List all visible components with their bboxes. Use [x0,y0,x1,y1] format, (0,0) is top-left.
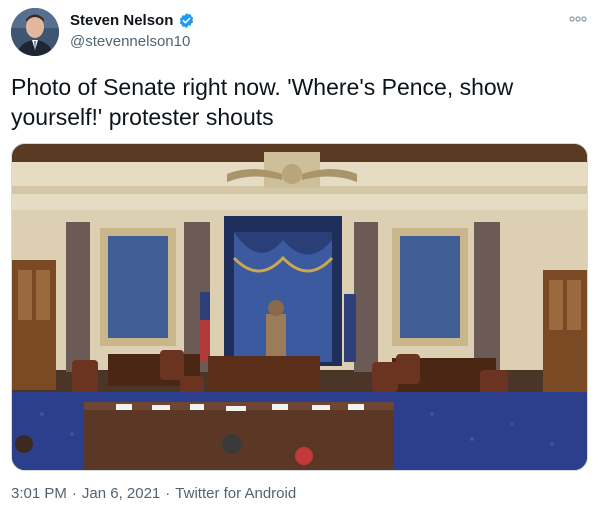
tweet-photo[interactable] [11,143,588,471]
tweet-source[interactable]: Twitter for Android [175,485,296,502]
tweet-time[interactable]: 3:01 PM [11,485,67,502]
meta-separator-2: · [165,485,171,502]
author-handle[interactable]: @stevennelson10 [70,33,190,50]
more-options-icon[interactable] [568,12,588,26]
avatar[interactable] [11,8,59,56]
tweet-date[interactable]: Jan 6, 2021 [82,485,160,502]
verified-badge-icon [180,13,194,28]
tweet-meta: 3:01 PM · Jan 6, 2021 · Twitter for Andr… [11,485,296,502]
meta-separator: · [71,485,77,502]
tweet-text: Photo of Senate right now. 'Where's Penc… [11,74,514,130]
tweet-card: Steven Nelson @stevennelson10 Photo of S… [0,0,599,518]
display-name[interactable]: Steven Nelson [70,12,173,29]
author-name-row[interactable]: Steven Nelson [70,12,195,29]
